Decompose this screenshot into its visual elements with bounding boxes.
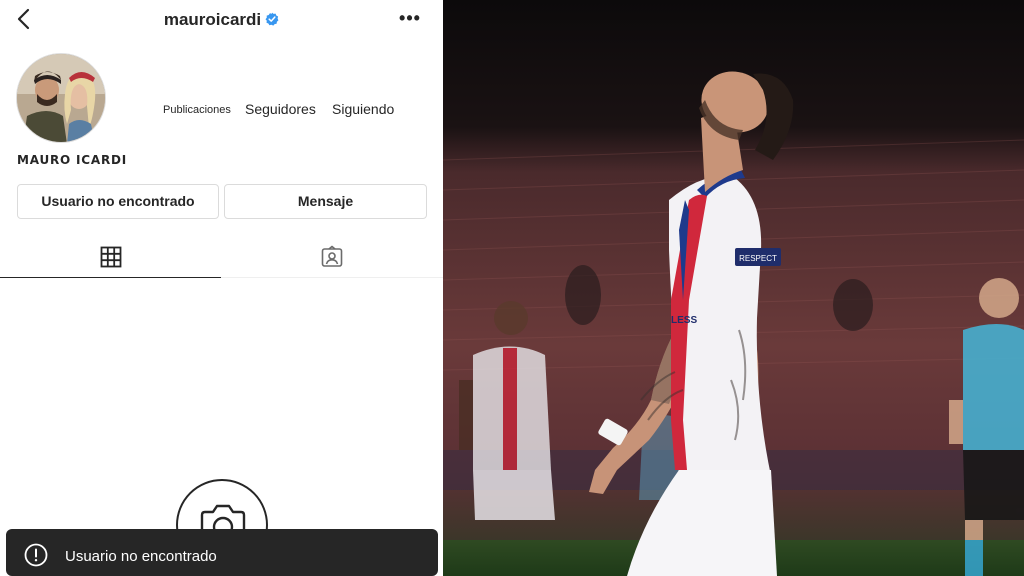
jersey-badge-text: RESPECT — [739, 254, 777, 263]
profile-username-row: mauroicardi — [0, 10, 443, 30]
jersey-sponsor-text: LESS — [671, 315, 697, 326]
tagged-person-icon — [321, 245, 343, 267]
user-not-found-button[interactable]: Usuario no encontrado — [17, 184, 219, 219]
verified-badge-icon — [265, 11, 279, 26]
instagram-profile-panel: mauroicardi ••• Publicaciones Seguidores… — [0, 0, 443, 576]
message-button[interactable]: Mensaje — [224, 184, 427, 219]
profile-tabs — [0, 236, 443, 278]
toast-message: Usuario no encontrado — [65, 548, 217, 565]
more-options-icon[interactable]: ••• — [398, 8, 422, 32]
profile-full-name: MAURO ICARDI — [17, 153, 128, 167]
stat-posts-label[interactable]: Publicaciones — [163, 104, 231, 116]
profile-header: mauroicardi ••• — [0, 0, 443, 40]
tab-tagged[interactable] — [221, 236, 442, 278]
avatar[interactable] — [16, 53, 106, 143]
alert-circle-icon — [24, 543, 48, 567]
error-toast: Usuario no encontrado — [6, 529, 438, 576]
stat-following-label[interactable]: Siguiendo — [332, 101, 394, 117]
tab-posts-grid[interactable] — [0, 236, 221, 278]
profile-username: mauroicardi — [163, 10, 262, 29]
stat-followers-label[interactable]: Seguidores — [245, 101, 316, 117]
grid-icon — [100, 246, 122, 268]
profile-stats: Publicaciones Seguidores Siguiendo — [0, 100, 443, 124]
football-player-photo: RESPECT LESS — [443, 0, 1024, 576]
